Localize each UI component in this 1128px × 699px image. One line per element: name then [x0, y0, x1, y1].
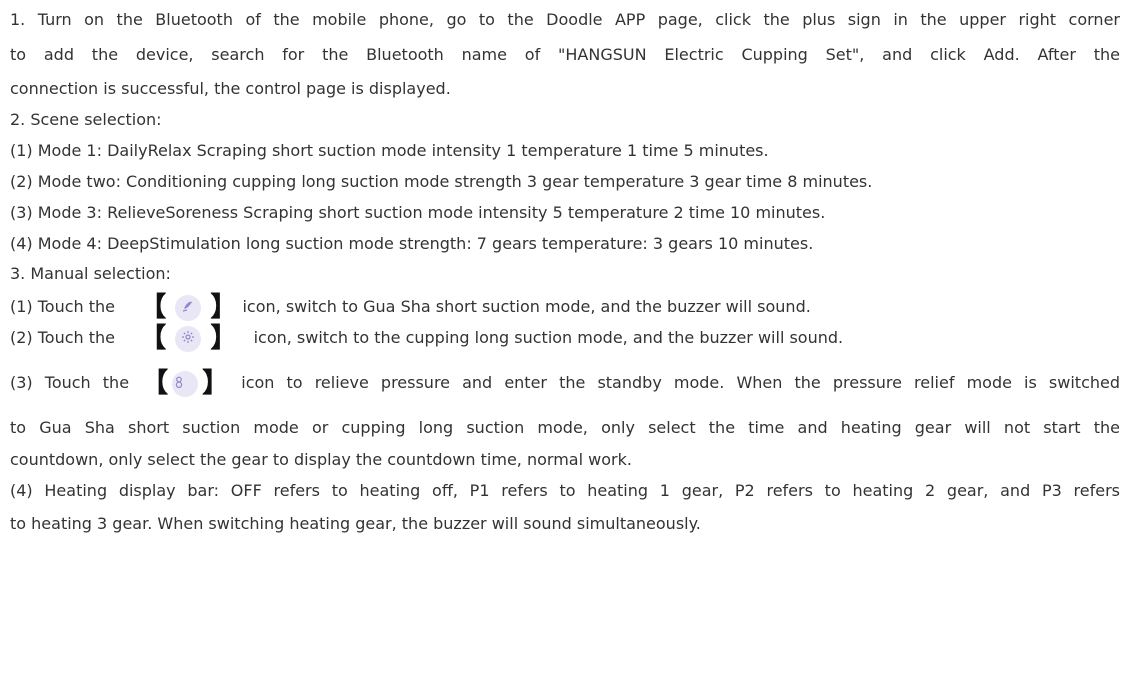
- manual-item-1-prefix: (1) Touch the: [10, 297, 116, 316]
- bracket-close: 】: [202, 368, 230, 399]
- manual-item-1-text: icon, switch to Gua Sha short suction mo…: [242, 297, 811, 316]
- section-heading-manual: 3. Manual selection:: [10, 264, 171, 283]
- manual-item-2: (2) Touch the 【 】 icon, switch to the cu…: [10, 323, 1120, 354]
- scene-mode-1: (1) Mode 1: DailyRelax Scraping short su…: [10, 141, 769, 160]
- scene-mode-2: (2) Mode two: Conditioning cupping long …: [10, 172, 873, 191]
- manual-item-1: (1) Touch the 【 】 icon, switch to Gua Sh…: [10, 292, 1120, 323]
- bracket-close: 】: [210, 323, 238, 354]
- manual-item-2-prefix: (2) Touch the: [10, 328, 116, 347]
- paragraph-line-3: connection is successful, the control pa…: [10, 79, 451, 98]
- section-heading-scene: 2. Scene selection:: [10, 110, 162, 129]
- bracket-open: 【: [139, 292, 167, 323]
- bracket-open: 【: [139, 323, 167, 354]
- pressure-relief-icon: [172, 371, 199, 397]
- manual-item-2-text: icon, switch to the cupping long suction…: [253, 328, 844, 347]
- manual-item-3-continued-2: countdown, only select the gear to displ…: [10, 450, 632, 469]
- bracket-open: 【: [141, 368, 169, 399]
- paragraph-line-1: 1. Turn on the Bluetooth of the mobile p…: [10, 10, 1120, 29]
- cupping-icon: [175, 326, 202, 352]
- manual-item-3-continued-1: to Gua Sha short suction mode or cupping…: [10, 418, 1120, 437]
- manual-item-3: (3) Touch the 【 】 icon to relieve pressu…: [10, 368, 1121, 399]
- manual-item-3-prefix: (3) Touch the: [10, 373, 130, 392]
- scene-mode-4: (4) Mode 4: DeepStimulation long suction…: [10, 234, 814, 253]
- paragraph-line-2: to add the device, search for the Blueto…: [10, 45, 1120, 64]
- heating-display-line-1: (4) Heating display bar: OFF refers to h…: [10, 481, 1120, 500]
- heating-display-line-2: to heating 3 gear. When switching heatin…: [10, 514, 701, 533]
- instruction-document: 1. Turn on the Bluetooth of the mobile p…: [0, 0, 1128, 699]
- manual-item-3-text: icon to relieve pressure and enter the s…: [241, 373, 1121, 392]
- scene-mode-3: (3) Mode 3: RelieveSoreness Scraping sho…: [10, 203, 826, 222]
- gua-sha-icon: [175, 295, 202, 321]
- bracket-close: 】: [210, 292, 238, 323]
